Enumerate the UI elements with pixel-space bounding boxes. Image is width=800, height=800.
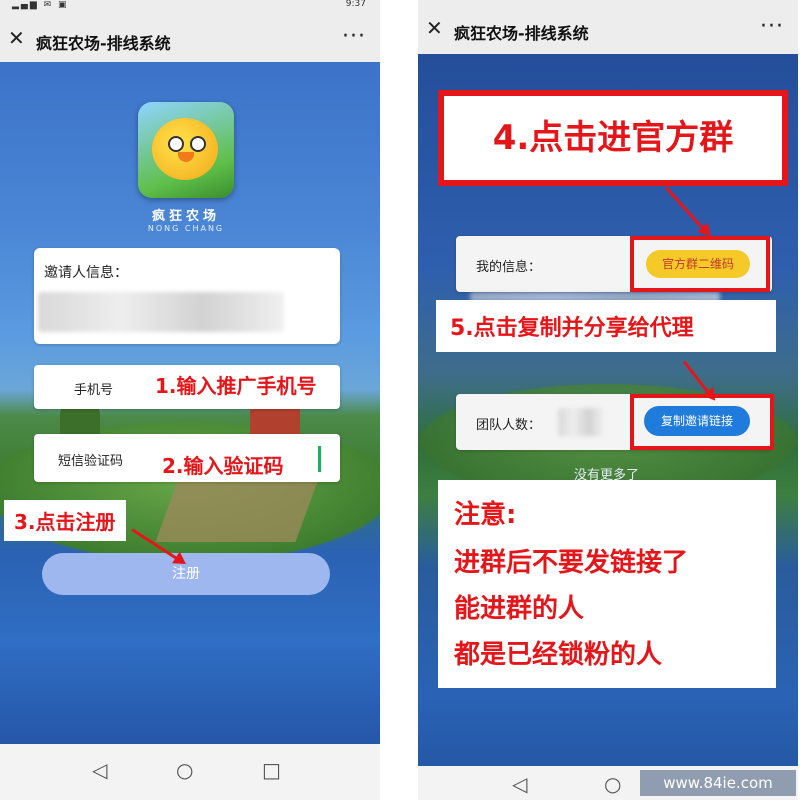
right-phone-screen: ✕ 疯狂农场-排线系统 ··· 我的信息： 官方群二维码 团队人数： 复制邀请链… [418, 0, 798, 800]
recents-icon[interactable]: □ [262, 758, 281, 782]
close-icon[interactable]: ✕ [426, 16, 443, 40]
close-icon[interactable]: ✕ [8, 26, 25, 50]
more-options-icon[interactable]: ··· [760, 14, 784, 39]
home-icon[interactable]: ○ [604, 772, 621, 796]
note-title: 注意: [454, 494, 517, 531]
logo-text-en: NONG CHANG [147, 224, 225, 233]
inviter-card: 邀请人信息： [34, 248, 340, 344]
annotation-step1: 1.输入推广手机号 [147, 366, 325, 403]
titlebar: ✕ 疯狂农场-排线系统 ··· [0, 18, 380, 62]
annotation-step4: 4.点击进官方群 [438, 90, 788, 186]
my-info-label: 我的信息： [476, 260, 542, 275]
inviter-info-blurred [38, 292, 284, 332]
note-box: 注意: 进群后不要发链接了 能进群的人 都是已经锁粉的人 [438, 480, 776, 688]
signal-icon: ▂▄▆ ✉ ▣ [12, 0, 69, 10]
more-options-icon[interactable]: ··· [342, 24, 366, 49]
home-icon[interactable]: ○ [176, 758, 193, 782]
chick-eye-icon [168, 136, 184, 152]
note-line-3: 都是已经锁粉的人 [454, 634, 663, 671]
page-title: 疯狂农场-排线系统 [454, 24, 589, 43]
note-line-2: 能进群的人 [454, 588, 585, 625]
system-navbar: ◁ ○ □ [0, 744, 380, 800]
app-logo [138, 102, 234, 198]
status-bar: ▂▄▆ ✉ ▣ 9:37 [0, 0, 380, 12]
official-group-qr-button[interactable]: 官方群二维码 [646, 250, 750, 278]
note-line-1: 进群后不要发链接了 [454, 542, 689, 579]
watermark: www.84ie.com [640, 770, 796, 796]
copy-invite-link-button[interactable]: 复制邀请链接 [644, 406, 750, 436]
status-time: 9:37 [345, 0, 366, 9]
back-icon[interactable]: ◁ [512, 772, 527, 796]
team-label: 团队人数： [476, 418, 542, 433]
phone-label: 手机号 [74, 383, 114, 398]
chick-eye-icon [190, 136, 206, 152]
sms-code-label: 短信验证码 [58, 454, 124, 469]
inviter-label: 邀请人信息： [44, 265, 128, 281]
annotation-step5: 5.点击复制并分享给代理 [436, 300, 776, 352]
titlebar: ✕ 疯狂农场-排线系统 ··· [418, 8, 798, 52]
annotation-step2: 2.输入验证码 [154, 447, 292, 482]
get-code-divider [318, 446, 321, 472]
left-phone-screen: ▂▄▆ ✉ ▣ 9:37 ✕ 疯狂农场-排线系统 ··· 疯狂农场 NONG C… [0, 0, 380, 800]
chick-icon [152, 118, 218, 180]
page-title: 疯狂农场-排线系统 [36, 34, 171, 53]
annotation-step3: 3.点击注册 [4, 500, 126, 541]
team-count-blurred [558, 408, 604, 436]
logo-text-cn: 疯狂农场 [151, 209, 220, 224]
back-icon[interactable]: ◁ [92, 758, 107, 782]
